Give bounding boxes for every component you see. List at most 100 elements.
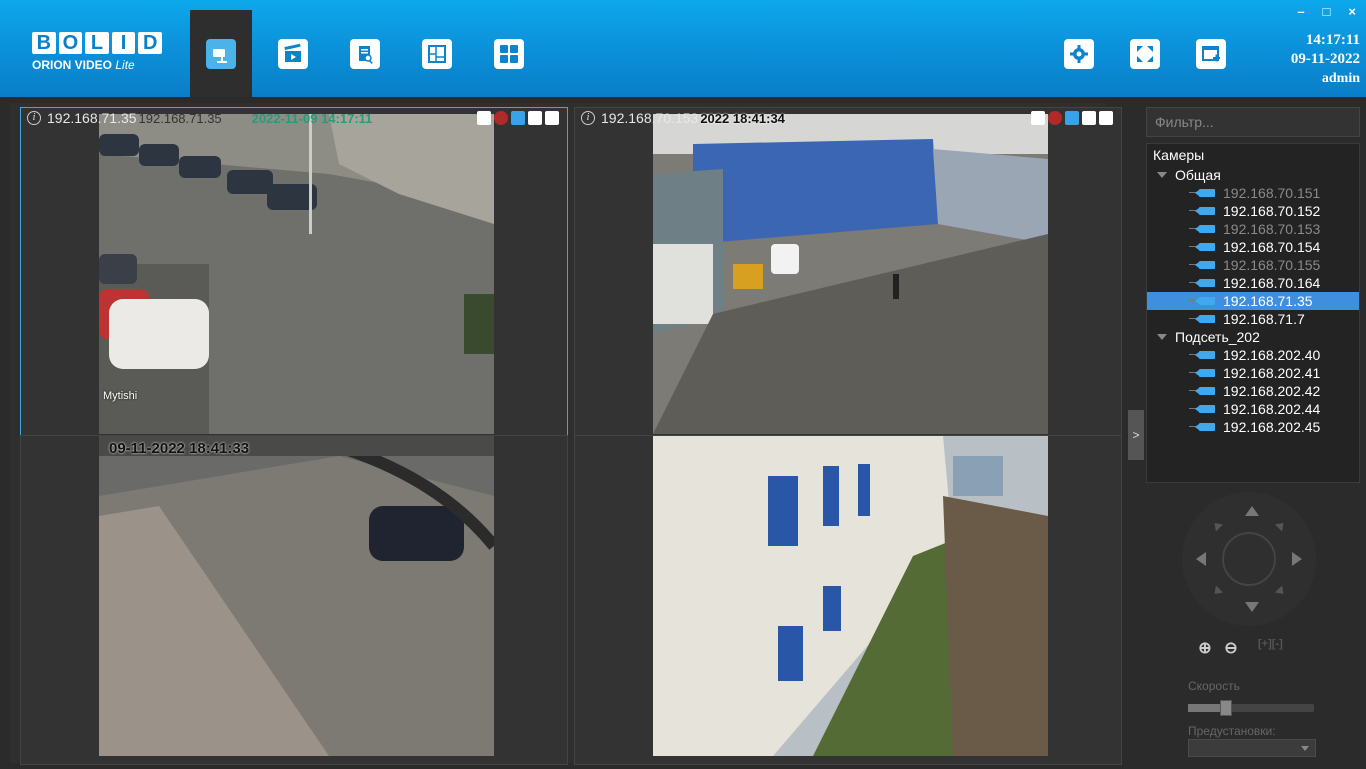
video-cell-1[interactable]: i 192.168.71.35 192.168.71.35 2022-11-09…: [20, 107, 568, 437]
camera-icon: [1195, 225, 1215, 233]
tab-reports[interactable]: [334, 10, 396, 97]
presets-label: Предустановки:: [1188, 724, 1276, 738]
tab-live-view[interactable]: [190, 10, 252, 97]
camera-icon: [206, 38, 236, 69]
add-window-button[interactable]: [1180, 10, 1242, 97]
tree-camera-item[interactable]: 192.168.70.152: [1147, 202, 1359, 220]
osd-timestamp: 2022-11-09 14:17:11: [251, 110, 373, 126]
camera-ip-label: 192.168.202.40: [1223, 347, 1321, 363]
camera-icon: [1195, 315, 1215, 323]
clock-display: 14:17:11 09-11-2022 admin: [1250, 31, 1360, 88]
camera-ip-label: 192.168.202.42: [1223, 383, 1321, 399]
camera-icon: [1195, 261, 1215, 269]
tree-camera-item[interactable]: 192.168.71.7: [1147, 310, 1359, 328]
speed-label: Скорость: [1188, 679, 1240, 693]
minimize-button[interactable]: –: [1297, 4, 1304, 19]
tree-camera-item[interactable]: 192.168.71.35: [1147, 292, 1359, 310]
tree-group-obshchaya[interactable]: Общая: [1147, 166, 1359, 184]
ptz-up-icon[interactable]: [1245, 506, 1259, 516]
presets-select[interactable]: [1188, 739, 1316, 757]
add-window-icon: [1196, 38, 1226, 69]
ptz-down-left-icon[interactable]: [1210, 585, 1224, 598]
camera-tree: Камеры Общая 192.168.70.151 192.168.70.15…: [1146, 143, 1360, 483]
snapshot-icon[interactable]: [545, 111, 559, 125]
zoom-icon[interactable]: [1031, 111, 1045, 125]
video-cell-4[interactable]: [574, 435, 1122, 765]
camera-ip-label: 192.168.70.153: [1223, 221, 1321, 237]
video-cell-2[interactable]: i 192.168.70.153 2022 18:41:34: [574, 107, 1122, 437]
camera-ip-label: 192.168.70.155: [1223, 257, 1321, 273]
ptz-left-icon[interactable]: [1196, 552, 1206, 566]
snapshot-icon[interactable]: [1099, 111, 1113, 125]
camera-icon: [1195, 387, 1215, 395]
zoom-icon[interactable]: [477, 111, 491, 125]
tree-camera-item[interactable]: 192.168.202.40: [1147, 346, 1359, 364]
video-grid: i 192.168.71.35 192.168.71.35 2022-11-09…: [10, 103, 1122, 765]
record-icon[interactable]: [494, 111, 508, 125]
expand-triangle-icon[interactable]: [1157, 334, 1167, 340]
tab-layouts[interactable]: [478, 10, 540, 97]
info-icon[interactable]: i: [581, 111, 595, 125]
close-button[interactable]: ×: [1348, 4, 1356, 19]
tree-camera-item[interactable]: 192.168.70.155: [1147, 256, 1359, 274]
current-user: admin: [1321, 71, 1360, 86]
tree-camera-item[interactable]: 192.168.70.164: [1147, 274, 1359, 292]
camera-icon: [1195, 405, 1215, 413]
tab-archive[interactable]: [262, 10, 324, 97]
logo-mark: B O L I D: [32, 32, 162, 54]
zoom-out-icon[interactable]: ⊖: [1222, 638, 1240, 657]
tree-camera-item[interactable]: 192.168.202.41: [1147, 364, 1359, 382]
zoom-in-icon[interactable]: ⊕: [1196, 638, 1214, 657]
grid-layout-icon: [494, 38, 524, 69]
osd-timestamp: 09-11-2022 18:41:33: [109, 440, 250, 457]
top-toolbar: B O L I D ORION VIDEO Lite – □ × 14:17:1…: [0, 0, 1366, 97]
camera-ip-label: 192.168.70.151: [1223, 185, 1321, 201]
ptz-down-right-icon[interactable]: [1274, 585, 1288, 598]
clock-time: 14:17:11: [1305, 32, 1360, 48]
tree-camera-item[interactable]: 192.168.70.154: [1147, 238, 1359, 256]
camera-filter-input[interactable]: Фильтр...: [1146, 107, 1360, 137]
panel-collapse-toggle[interactable]: >: [1128, 410, 1144, 460]
right-panel: Фильтр... Камеры Общая 192.168.70.151 192…: [1146, 103, 1360, 763]
ptz-up-left-icon[interactable]: [1210, 519, 1224, 532]
ptz-right-icon[interactable]: [1292, 552, 1302, 566]
camera-ip-label: 192.168.70.164: [1223, 275, 1321, 291]
alarm-icon[interactable]: [511, 111, 525, 125]
tree-camera-item[interactable]: 192.168.202.45: [1147, 418, 1359, 436]
speed-slider[interactable]: [1188, 700, 1314, 716]
settings-button[interactable]: [1048, 10, 1110, 97]
camera-icon: [1195, 423, 1215, 431]
tree-camera-item[interactable]: 192.168.202.44: [1147, 400, 1359, 418]
camera-icon: [1195, 207, 1215, 215]
camera-ip-label: 192.168.202.45: [1223, 419, 1321, 435]
tree-camera-item[interactable]: 192.168.70.153: [1147, 220, 1359, 238]
expand-triangle-icon[interactable]: [1157, 172, 1167, 178]
focus-controls-icon[interactable]: [+][-]: [1258, 638, 1283, 656]
info-icon[interactable]: i: [27, 111, 41, 125]
tree-camera-item[interactable]: 192.168.202.42: [1147, 382, 1359, 400]
ptz-up-right-icon[interactable]: [1274, 519, 1288, 532]
camera-ip-label: 192.168.70.154: [1223, 239, 1321, 255]
ptz-down-icon[interactable]: [1245, 602, 1259, 612]
tree-camera-item[interactable]: 192.168.70.151: [1147, 184, 1359, 202]
speed-slider-thumb[interactable]: [1219, 700, 1232, 716]
document-search-icon: [350, 38, 380, 69]
record-icon[interactable]: [1048, 111, 1062, 125]
ptz-joystick[interactable]: [1182, 492, 1316, 626]
clock-date: 09-11-2022: [1290, 51, 1360, 67]
camera-ip-label: 192.168.70.153: [601, 110, 699, 126]
tab-maps[interactable]: [406, 10, 468, 97]
cell-tools: [477, 111, 559, 125]
camera-ip-label: 192.168.71.7: [1223, 311, 1305, 327]
maximize-button[interactable]: □: [1323, 4, 1331, 19]
map-layout-icon: [422, 38, 452, 69]
tree-group-podset-202[interactable]: Подсеть_202: [1147, 328, 1359, 346]
alarm-icon[interactable]: [1065, 111, 1079, 125]
cell-tools: [1031, 111, 1113, 125]
fullscreen-button[interactable]: [1114, 10, 1176, 97]
ptz-center-focus-icon[interactable]: [1222, 532, 1276, 586]
video-cell-3[interactable]: 09-11-2022 18:41:33: [20, 435, 568, 765]
camera-icon: [1195, 351, 1215, 359]
archive-icon[interactable]: [1082, 111, 1096, 125]
archive-icon[interactable]: [528, 111, 542, 125]
